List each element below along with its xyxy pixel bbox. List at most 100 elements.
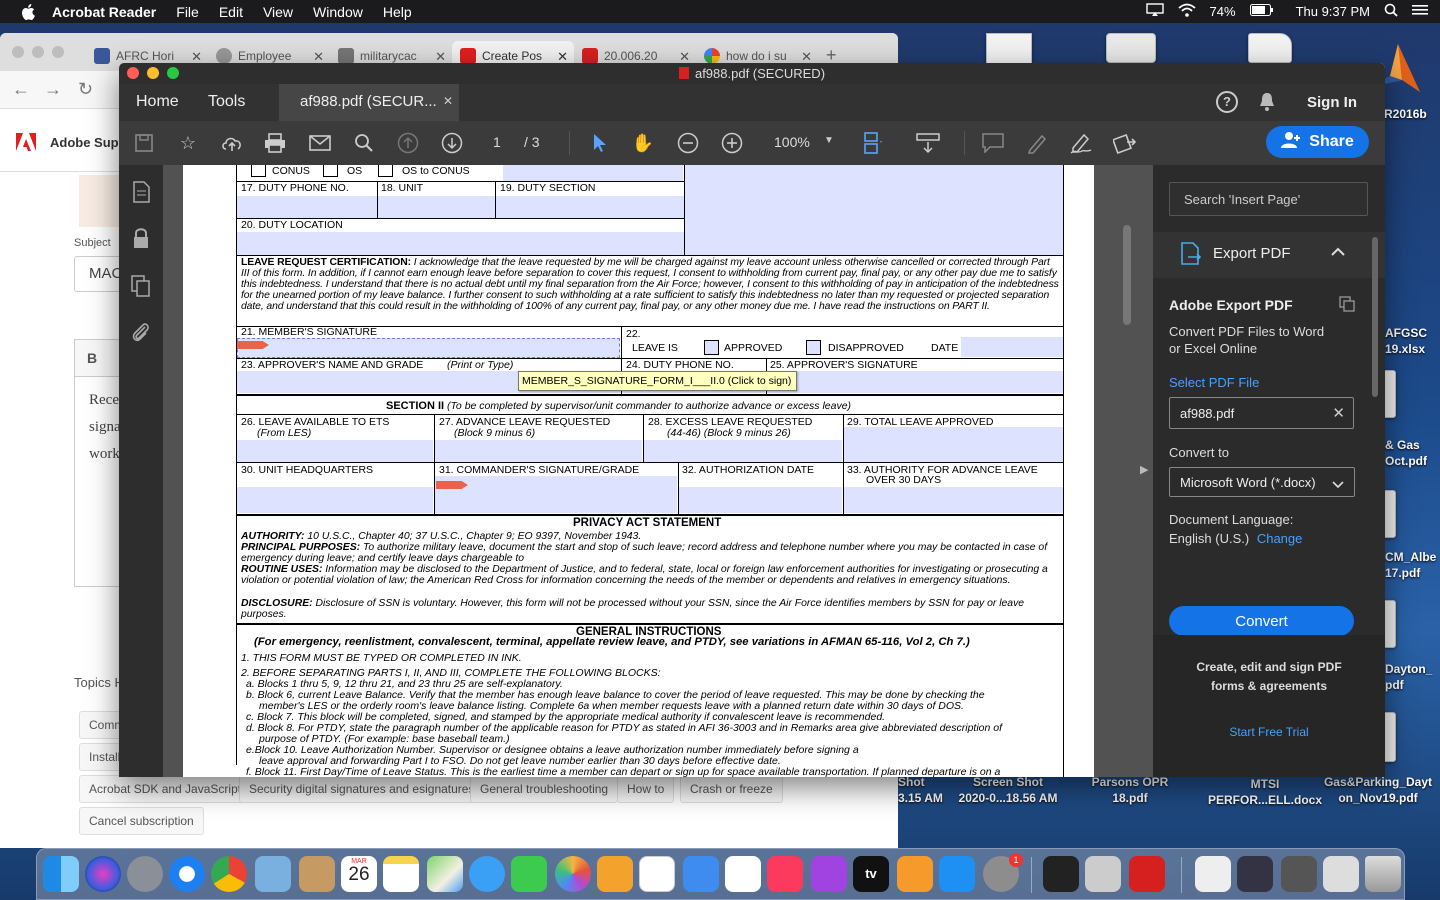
page-thumbnails-icon[interactable] bbox=[129, 181, 153, 205]
finder-icon[interactable] bbox=[43, 856, 79, 892]
duty-section-field[interactable] bbox=[496, 196, 684, 218]
desktop-file-mtsi-l1[interactable]: MTSI bbox=[1200, 777, 1330, 792]
clock[interactable]: Thu 9:37 PM bbox=[1296, 4, 1370, 19]
bold-button[interactable]: B bbox=[87, 350, 97, 366]
zoom-dropdown-icon[interactable]: ▼ bbox=[824, 135, 834, 146]
desktop-file-screenshot-b-l2[interactable]: 2020-0...18.56 AM bbox=[946, 791, 1070, 806]
menu-edit[interactable]: Edit bbox=[219, 4, 243, 20]
desktop-file-mtsi-l2[interactable]: PERFOR...ELL.docx bbox=[1200, 793, 1330, 808]
advance-leave-field[interactable] bbox=[435, 440, 642, 462]
authority-advance-field[interactable] bbox=[844, 487, 1063, 513]
trash-icon[interactable] bbox=[1365, 856, 1401, 892]
news-icon[interactable] bbox=[725, 856, 761, 892]
notes-icon[interactable] bbox=[383, 856, 419, 892]
keychain-icon[interactable] bbox=[1085, 856, 1121, 892]
contacts-icon[interactable] bbox=[299, 856, 335, 892]
duty-phone-field[interactable] bbox=[237, 196, 377, 218]
desktop-label-cm-1[interactable]: CM_Albe bbox=[1385, 550, 1440, 565]
music-icon[interactable] bbox=[767, 856, 803, 892]
zoom-button[interactable] bbox=[167, 67, 179, 79]
clear-file-icon[interactable]: ✕ bbox=[1332, 404, 1345, 422]
conus-checkbox[interactable] bbox=[251, 165, 266, 177]
page-display-icon[interactable] bbox=[861, 131, 885, 155]
copy-icon[interactable] bbox=[1339, 296, 1355, 317]
document-tab[interactable]: af988.pdf (SECUR... ✕ bbox=[279, 84, 459, 121]
upload-cloud-icon[interactable] bbox=[220, 131, 244, 155]
minimize-button[interactable] bbox=[147, 67, 159, 79]
excess-leave-field[interactable] bbox=[644, 440, 842, 462]
chrome-icon[interactable] bbox=[211, 856, 247, 892]
desktop-file-thumb-3[interactable] bbox=[1248, 33, 1292, 63]
hand-tool-icon[interactable]: ✋ bbox=[631, 131, 655, 155]
zoom-level[interactable]: 100% bbox=[774, 134, 810, 150]
send-sign-icon[interactable] bbox=[1113, 131, 1137, 155]
desktop-label-dayton-1[interactable]: Dayton_ bbox=[1385, 662, 1440, 677]
convert-button[interactable]: Convert bbox=[1169, 606, 1354, 636]
unit-field[interactable] bbox=[378, 196, 495, 218]
calendar-icon[interactable]: MAR 26 bbox=[341, 856, 377, 892]
maps-icon[interactable] bbox=[427, 856, 463, 892]
collapse-chevron-icon[interactable] bbox=[1331, 244, 1345, 260]
desktop-file-screenshot-a-l2[interactable]: 3.15 AM bbox=[898, 791, 948, 806]
menu-help[interactable]: Help bbox=[383, 4, 412, 20]
back-icon[interactable]: ← bbox=[12, 79, 30, 100]
sign-in-link[interactable]: Sign In bbox=[1307, 94, 1357, 111]
launchpad-icon[interactable] bbox=[127, 856, 163, 892]
lock-icon[interactable] bbox=[129, 227, 153, 251]
save-icon[interactable] bbox=[132, 131, 156, 155]
zoom-button[interactable] bbox=[52, 46, 64, 58]
siri-icon[interactable] bbox=[85, 856, 121, 892]
comment-icon[interactable] bbox=[981, 131, 1005, 155]
os-to-conus-checkbox[interactable] bbox=[378, 165, 393, 177]
facetime-icon[interactable] bbox=[511, 856, 547, 892]
desktop-label-cm-2[interactable]: 17.pdf bbox=[1385, 566, 1440, 581]
print-icon[interactable] bbox=[263, 131, 287, 155]
wifi-icon[interactable] bbox=[1177, 3, 1196, 20]
site-label[interactable]: Adobe Supp bbox=[50, 135, 127, 150]
notification-center-icon[interactable] bbox=[1412, 4, 1428, 19]
close-button[interactable] bbox=[127, 67, 139, 79]
share-button[interactable]: Share bbox=[1266, 126, 1369, 158]
desktop-label-gas-1[interactable]: & Gas bbox=[1385, 438, 1440, 453]
acrobat-reader-icon[interactable] bbox=[1129, 856, 1165, 892]
minimize-button[interactable] bbox=[32, 46, 44, 58]
forward-icon[interactable]: → bbox=[44, 79, 62, 100]
tools-tab[interactable]: Tools bbox=[208, 93, 245, 111]
vertical-scrollbar[interactable] bbox=[1123, 225, 1131, 325]
screenshots-stack-icon[interactable] bbox=[1237, 856, 1273, 892]
desktop-label-dayton-2[interactable]: pdf bbox=[1385, 678, 1440, 693]
battery-icon[interactable] bbox=[1249, 4, 1274, 19]
keynote-icon[interactable] bbox=[683, 856, 719, 892]
page-number-input[interactable]: 1 bbox=[493, 134, 501, 150]
documents-stack-icon[interactable] bbox=[1281, 856, 1317, 892]
cancel-subscription-button[interactable]: Cancel subscription bbox=[79, 807, 204, 835]
desktop-file-thumb-2[interactable] bbox=[1106, 33, 1156, 63]
messages-icon[interactable] bbox=[469, 856, 505, 892]
next-page-icon[interactable] bbox=[440, 131, 464, 155]
menu-file[interactable]: File bbox=[176, 4, 199, 20]
desktop-file-parsons-l1[interactable]: Parsons OPR bbox=[1078, 775, 1182, 790]
approver-signature-field[interactable] bbox=[767, 371, 1063, 393]
highlight-pen-icon[interactable] bbox=[1025, 131, 1049, 155]
panel-scrollbar[interactable] bbox=[1372, 237, 1378, 397]
disapproved-checkbox[interactable] bbox=[806, 340, 821, 355]
duty-location-field[interactable] bbox=[237, 232, 684, 255]
desktop-label-afgsc-1[interactable]: AFGSC bbox=[1385, 326, 1440, 341]
airplay-icon[interactable] bbox=[1145, 3, 1164, 20]
attachments-icon[interactable] bbox=[129, 321, 153, 345]
menu-view[interactable]: View bbox=[263, 4, 293, 20]
topic-button-how-to[interactable]: How to bbox=[617, 775, 675, 803]
select-cursor-icon[interactable] bbox=[588, 131, 612, 155]
total-leave-field[interactable] bbox=[844, 427, 1063, 462]
member-signature-field[interactable] bbox=[237, 338, 620, 358]
approved-checkbox[interactable] bbox=[704, 340, 719, 355]
desktop-label-afgsc-2[interactable]: 19.xlsx bbox=[1385, 342, 1440, 357]
menu-window[interactable]: Window bbox=[313, 4, 363, 20]
photos-icon[interactable] bbox=[555, 856, 591, 892]
desktop-file-screenshot-b-l1[interactable]: Screen Shot bbox=[950, 775, 1066, 790]
preview-icon[interactable] bbox=[255, 856, 291, 892]
os-checkbox[interactable] bbox=[323, 165, 338, 177]
safari-icon[interactable] bbox=[169, 856, 205, 892]
spotlight-icon[interactable] bbox=[1384, 3, 1398, 20]
selected-file-field[interactable]: af988.pdf ✕ bbox=[1169, 397, 1354, 429]
